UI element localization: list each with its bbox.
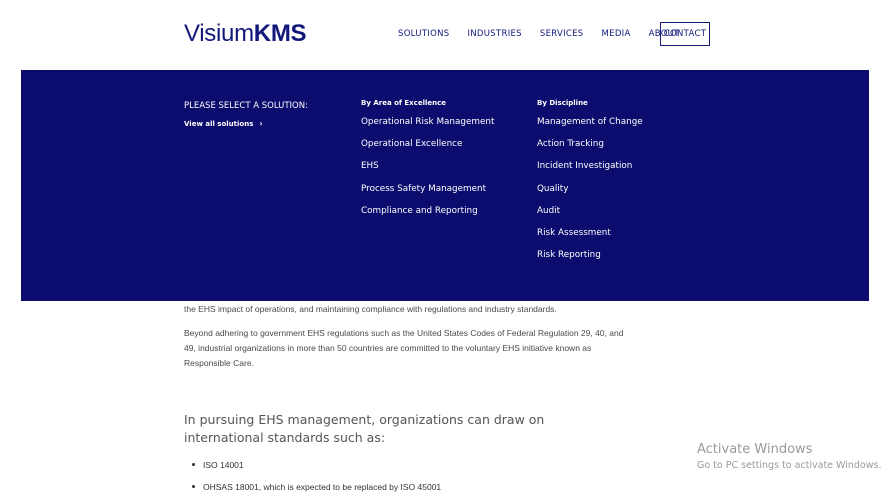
list-item: OHSAS 18001, which is expected to be rep… bbox=[184, 480, 441, 502]
discipline-column: By Discipline Management of Change Actio… bbox=[537, 99, 643, 266]
view-all-label: View all solutions bbox=[184, 120, 254, 128]
main-nav: SOLUTIONS INDUSTRIES SERVICES MEDIA ABOU… bbox=[398, 22, 698, 46]
logo-text-light: Visium bbox=[184, 20, 254, 47]
logo-text-bold: KMS bbox=[253, 20, 307, 47]
menu-item-process-safety[interactable]: Process Safety Management bbox=[361, 178, 494, 200]
view-all-solutions-link[interactable]: View all solutions › bbox=[184, 119, 308, 128]
nav-services[interactable]: SERVICES bbox=[540, 29, 584, 39]
body-paragraph-2: Beyond adhering to government EHS regula… bbox=[184, 328, 624, 368]
menu-item-quality[interactable]: Quality bbox=[537, 178, 643, 200]
area-of-excellence-column: By Area of Excellence Operational Risk M… bbox=[361, 99, 494, 222]
watermark-title: Activate Windows bbox=[697, 442, 813, 457]
nav-solutions[interactable]: SOLUTIONS bbox=[398, 29, 449, 39]
bullet-icon bbox=[192, 463, 195, 467]
solutions-mega-menu: PLEASE SELECT A SOLUTION: View all solut… bbox=[21, 70, 869, 301]
chevron-right-icon: › bbox=[259, 119, 263, 128]
nav-media[interactable]: MEDIA bbox=[602, 29, 631, 39]
bullet-icon bbox=[192, 485, 195, 489]
discipline-heading: By Discipline bbox=[537, 99, 588, 107]
menu-item-management-of-change[interactable]: Management of Change bbox=[537, 111, 643, 133]
menu-item-incident-investigation[interactable]: Incident Investigation bbox=[537, 155, 643, 177]
nav-industries[interactable]: INDUSTRIES bbox=[467, 29, 521, 39]
body-paragraph-1: the EHS impact of operations, and mainta… bbox=[184, 304, 557, 314]
contact-button[interactable]: CONTACT bbox=[660, 22, 710, 46]
list-item-text: OHSAS 18001, which is expected to be rep… bbox=[203, 482, 442, 492]
menu-item-audit[interactable]: Audit bbox=[537, 200, 643, 222]
menu-item-operational-excellence[interactable]: Operational Excellence bbox=[361, 133, 494, 155]
activate-windows-watermark: Activate Windows Go to PC settings to ac… bbox=[697, 441, 881, 473]
menu-item-action-tracking[interactable]: Action Tracking bbox=[537, 133, 643, 155]
section-subheading: In pursuing EHS management, organization… bbox=[184, 412, 545, 445]
standards-list: ISO 14001 OHSAS 18001, which is expected… bbox=[184, 458, 441, 502]
menu-item-risk-assessment[interactable]: Risk Assessment bbox=[537, 222, 643, 244]
select-solution-column: PLEASE SELECT A SOLUTION: View all solut… bbox=[184, 101, 308, 128]
site-logo[interactable]: VisiumKMS bbox=[184, 20, 307, 48]
menu-item-compliance[interactable]: Compliance and Reporting bbox=[361, 200, 494, 222]
menu-item-operational-risk[interactable]: Operational Risk Management bbox=[361, 111, 494, 133]
menu-item-risk-reporting[interactable]: Risk Reporting bbox=[537, 244, 643, 266]
list-item-text: ISO 14001 bbox=[203, 460, 244, 470]
watermark-subtitle: Go to PC settings to activate Windows. bbox=[697, 460, 882, 471]
list-item: ISO 14001 bbox=[184, 458, 441, 480]
select-solution-title: PLEASE SELECT A SOLUTION: bbox=[184, 101, 308, 111]
menu-item-ehs[interactable]: EHS bbox=[361, 155, 494, 177]
area-heading: By Area of Excellence bbox=[361, 99, 447, 107]
